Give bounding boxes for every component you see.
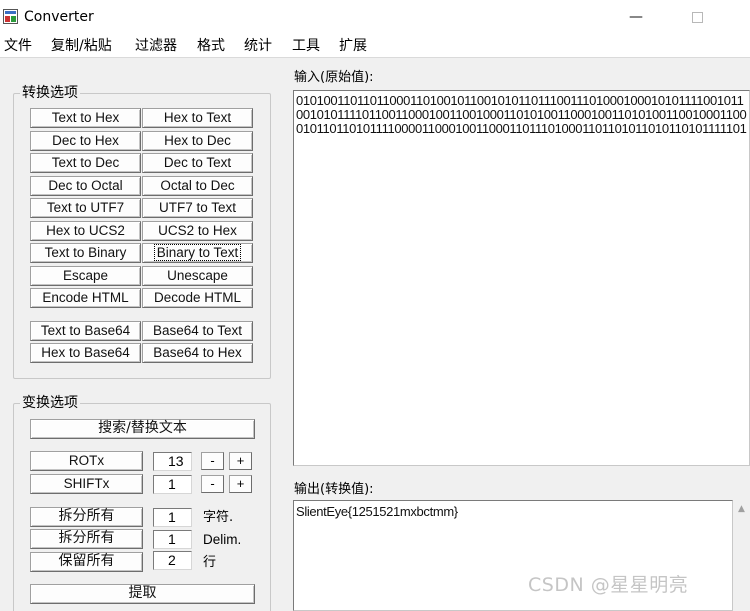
octal-to-dec-button[interactable]: Octal to Dec: [142, 176, 253, 196]
menu-copy-paste[interactable]: 复制/粘贴: [51, 38, 112, 54]
binary-to-text-button[interactable]: Binary to Text: [142, 243, 253, 263]
minimize-button[interactable]: —: [613, 6, 659, 30]
hex-to-dec-button[interactable]: Hex to Dec: [142, 131, 253, 151]
rotx-decrement-button[interactable]: -: [201, 452, 224, 470]
text-to-base64-button[interactable]: Text to Base64: [30, 321, 141, 341]
shiftx-increment-button[interactable]: +: [229, 475, 252, 493]
shiftx-value-field[interactable]: 1: [153, 475, 192, 494]
split-chars-count-field[interactable]: 1: [153, 508, 192, 527]
hex-to-text-button[interactable]: Hex to Text: [142, 108, 253, 128]
rotx-button[interactable]: ROTx: [30, 451, 143, 471]
dec-to-text-button[interactable]: Dec to Text: [142, 153, 253, 173]
base64-to-hex-button[interactable]: Base64 to Hex: [142, 343, 253, 363]
input-text: 0101001101101100011010010110010101101110…: [296, 93, 747, 136]
split-all-chars-button[interactable]: 拆分所有: [30, 507, 143, 527]
utf7-to-text-button[interactable]: UTF7 to Text: [142, 198, 253, 218]
output-scrollbar[interactable]: ▲: [733, 501, 750, 611]
base64-to-text-button[interactable]: Base64 to Text: [142, 321, 253, 341]
dec-to-octal-button[interactable]: Dec to Octal: [30, 176, 141, 196]
input-textarea[interactable]: 0101001101101100011010010110010101101110…: [293, 90, 750, 466]
app-icon: [3, 9, 18, 24]
conversion-options-title: 转换选项: [20, 85, 80, 101]
decode-html-button[interactable]: Decode HTML: [142, 288, 253, 308]
split-delim-count-field[interactable]: 1: [153, 530, 192, 549]
encode-html-button[interactable]: Encode HTML: [30, 288, 141, 308]
escape-button[interactable]: Escape: [30, 266, 141, 286]
dec-to-hex-button[interactable]: Dec to Hex: [30, 131, 141, 151]
ucs2-to-hex-button[interactable]: UCS2 to Hex: [142, 221, 253, 241]
menu-file[interactable]: 文件: [4, 38, 32, 54]
keep-lines-count-field[interactable]: 2: [153, 551, 192, 570]
menu-statistics[interactable]: 统计: [244, 38, 272, 54]
input-label: 输入(原始值):: [294, 70, 374, 85]
minimize-icon: —: [629, 9, 643, 25]
maximize-button[interactable]: [674, 6, 720, 30]
rotx-value-field[interactable]: 13: [153, 452, 192, 471]
window-title: Converter: [24, 9, 94, 25]
hex-to-base64-button[interactable]: Hex to Base64: [30, 343, 141, 363]
text-to-binary-button[interactable]: Text to Binary: [30, 243, 141, 263]
text-to-utf7-button[interactable]: Text to UTF7: [30, 198, 141, 218]
rotx-increment-button[interactable]: +: [229, 452, 252, 470]
shiftx-decrement-button[interactable]: -: [201, 475, 224, 493]
maximize-icon: [691, 12, 703, 23]
unescape-button[interactable]: Unescape: [142, 266, 253, 286]
text-to-dec-button[interactable]: Text to Dec: [30, 153, 141, 173]
output-text: SlientEye{1251521mxbctmm}: [296, 504, 458, 519]
output-label: 输出(转换值):: [294, 482, 374, 497]
delim-unit-label: Delim.: [203, 532, 242, 547]
search-replace-button[interactable]: 搜索/替换文本: [30, 419, 255, 439]
title-bar: Converter —: [0, 0, 750, 34]
text-to-hex-button[interactable]: Text to Hex: [30, 108, 141, 128]
extract-button[interactable]: 提取: [30, 584, 255, 604]
chars-unit-label: 字符.: [203, 510, 234, 525]
scroll-up-icon[interactable]: ▲: [733, 501, 750, 518]
keep-all-button[interactable]: 保留所有: [30, 552, 143, 572]
split-all-delim-button[interactable]: 拆分所有: [30, 529, 143, 549]
watermark: CSDN @星星明亮: [528, 574, 689, 596]
menu-tools[interactable]: 工具: [292, 38, 320, 54]
menu-extensions[interactable]: 扩展: [339, 38, 367, 54]
menu-format[interactable]: 格式: [197, 38, 225, 54]
transform-options-title: 变换选项: [20, 395, 80, 411]
menu-filters[interactable]: 过滤器: [135, 38, 177, 54]
menu-bar: 文件 复制/粘贴 过滤器 格式 统计 工具 扩展: [0, 34, 750, 58]
shiftx-button[interactable]: SHIFTx: [30, 474, 143, 494]
hex-to-ucs2-button[interactable]: Hex to UCS2: [30, 221, 141, 241]
lines-unit-label: 行: [203, 555, 217, 570]
